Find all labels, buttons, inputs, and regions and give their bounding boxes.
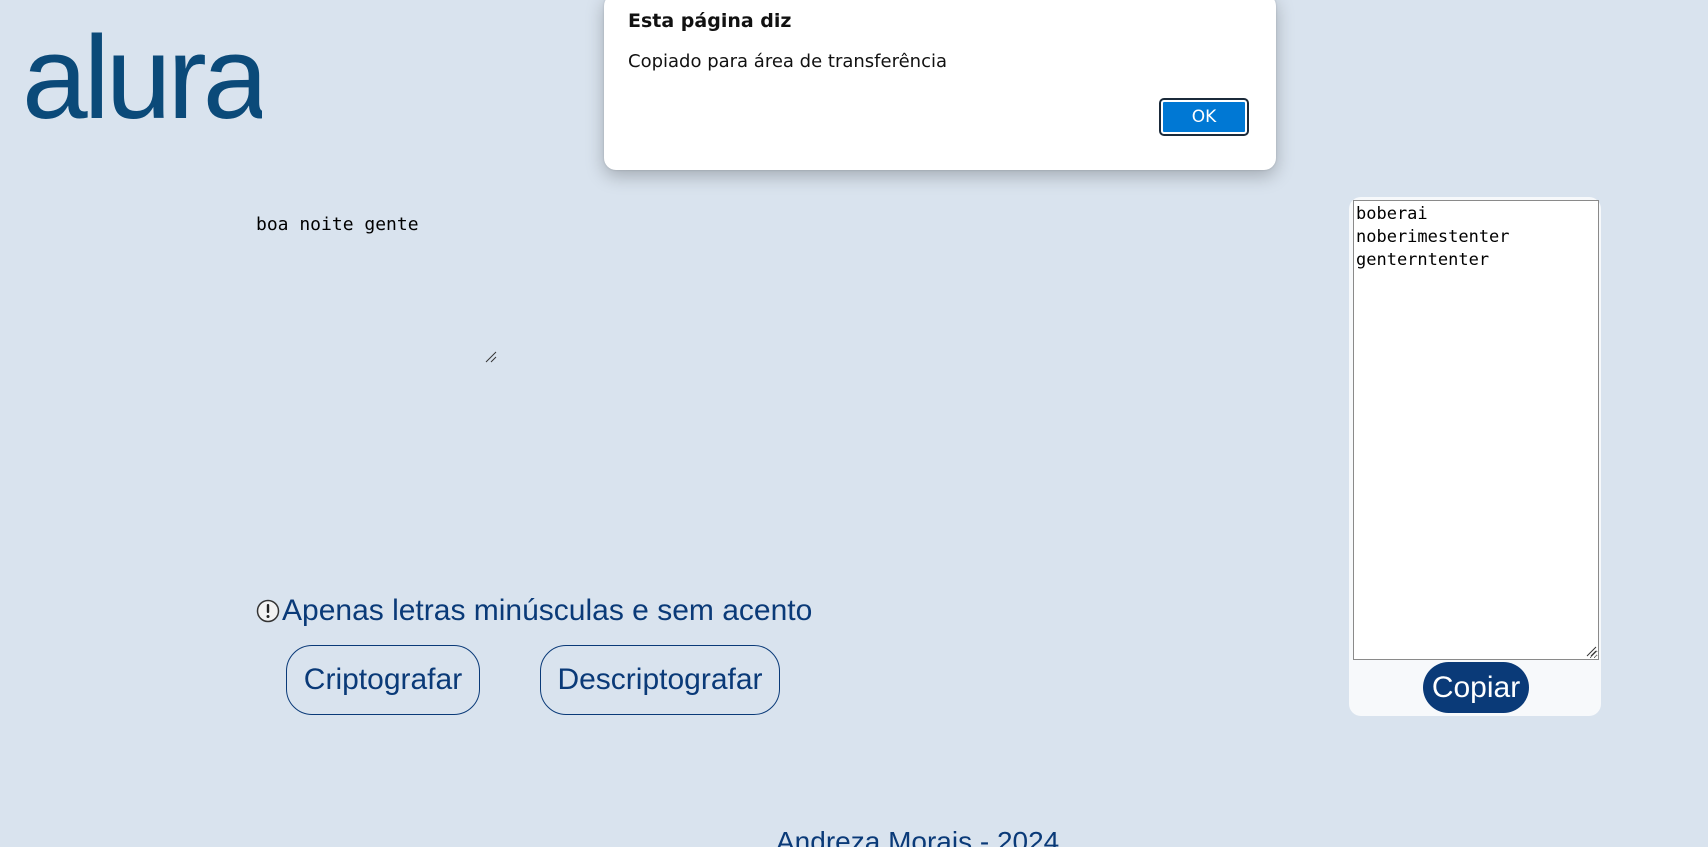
decrypt-button[interactable]: Descriptografar	[540, 645, 780, 715]
alert-dialog: Esta página diz Copiado para área de tra…	[604, 0, 1276, 170]
page: alura boa noite gente Apenas letras minú…	[0, 0, 1708, 847]
output-textarea[interactable]: boberai noberimestenter genterntenter	[1353, 200, 1599, 660]
output-panel: boberai noberimestenter genterntenter Co…	[1349, 197, 1601, 716]
message-input[interactable]: boa noite gente	[256, 214, 496, 362]
copy-button[interactable]: Copiar	[1423, 662, 1529, 713]
warning-text: Apenas letras minúsculas e sem acento	[282, 594, 813, 627]
encrypt-button[interactable]: Criptografar	[286, 645, 480, 715]
alura-logo: alura	[22, 18, 262, 130]
exclamation-circle-icon	[256, 599, 280, 623]
resize-grip-icon[interactable]	[1585, 645, 1597, 657]
resize-grip-icon[interactable]	[484, 350, 498, 364]
dialog-title: Esta página diz	[628, 10, 792, 32]
svg-text:alura: alura	[22, 18, 262, 130]
dialog-message: Copiado para área de transferência	[628, 51, 947, 72]
ok-button[interactable]: OK	[1159, 98, 1249, 136]
footer-credit: Andreza Morais - 2024	[776, 826, 1060, 847]
warning-notice: Apenas letras minúsculas e sem acento	[256, 594, 812, 628]
